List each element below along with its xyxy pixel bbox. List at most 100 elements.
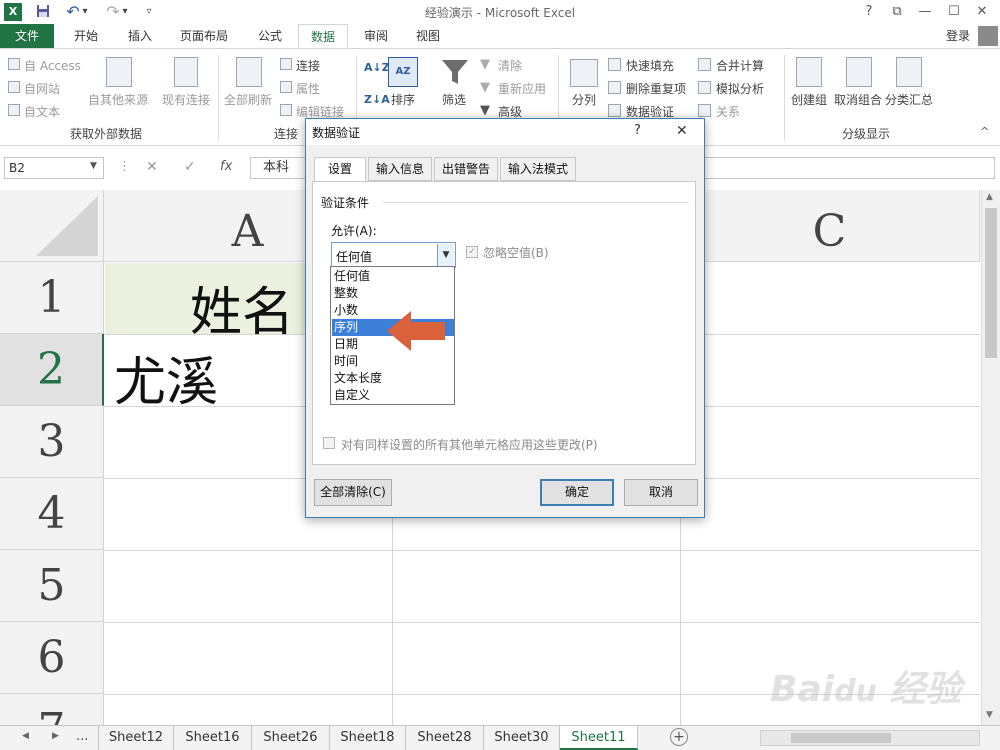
dialog-close-button[interactable]: ✕ [676, 123, 688, 139]
dialog-tab-error-alert[interactable]: 出错警告 [434, 157, 498, 181]
from-access-button[interactable]: 自 Access [24, 57, 81, 74]
cell-a1[interactable]: 姓名 [190, 270, 294, 345]
row-header-7[interactable]: 7 [0, 694, 104, 725]
vertical-scrollbar[interactable]: ▲ ▼ [981, 190, 1000, 725]
row-header-5[interactable]: 5 [0, 550, 104, 622]
row-header-4[interactable]: 4 [0, 478, 104, 550]
tab-review[interactable]: 审阅 [354, 24, 398, 48]
option-custom[interactable]: 自定义 [332, 387, 454, 404]
remove-duplicates-button[interactable]: 删除重复项 [626, 80, 686, 97]
subtotal-button[interactable]: 分类汇总 [885, 91, 933, 108]
row-header-6[interactable]: 6 [0, 622, 104, 694]
from-text-button[interactable]: 自文本 [24, 103, 60, 120]
clear-all-button[interactable]: 全部清除(C) [314, 479, 392, 506]
sort-ascending-icon[interactable]: A↓Z [364, 61, 390, 74]
tab-data[interactable]: 数据 [298, 24, 348, 49]
group-label-connections: 连接 [274, 127, 299, 141]
clear-filter-button[interactable]: 清除 [498, 57, 522, 74]
sort-descending-icon[interactable]: Z↓A [364, 93, 390, 106]
ignore-blank-checkbox[interactable]: ✓ [466, 246, 478, 258]
dialog-tab-settings[interactable]: 设置 [314, 157, 366, 183]
ribbon-display-icon[interactable]: ⧉ [886, 2, 908, 22]
collapse-ribbon-icon[interactable]: ^ [980, 125, 989, 138]
flash-fill-button[interactable]: 快速填充 [626, 57, 674, 74]
sheet-tab[interactable]: Sheet26 [252, 726, 330, 750]
row-header-2[interactable]: 2 [0, 334, 104, 406]
sheet-tab[interactable]: Sheet30 [484, 726, 560, 750]
horizontal-scroll-thumb[interactable] [791, 733, 891, 743]
dialog-tab-input-message[interactable]: 输入信息 [368, 157, 432, 181]
relationships-icon [698, 104, 711, 117]
option-any-value[interactable]: 任何值 [332, 268, 454, 285]
tab-view[interactable]: 视图 [406, 24, 450, 48]
minimize-button[interactable]: — [914, 2, 936, 22]
column-header-c[interactable]: C [680, 190, 980, 262]
from-web-button[interactable]: 自网站 [24, 80, 60, 97]
insert-function-icon[interactable]: fx [220, 159, 232, 174]
text-file-icon [8, 104, 20, 116]
sheet-more-button[interactable]: ... [76, 729, 88, 744]
create-group-button[interactable]: 创建组 [791, 91, 827, 108]
row-header-3[interactable]: 3 [0, 406, 104, 478]
apply-all-checkbox[interactable] [323, 437, 335, 449]
what-if-analysis-button[interactable]: 模拟分析 [716, 80, 764, 97]
sheet-tab[interactable]: Sheet28 [406, 726, 484, 750]
text-to-columns-button[interactable]: 分列 [572, 91, 596, 108]
horizontal-scrollbar[interactable] [760, 730, 980, 746]
scroll-up-icon[interactable]: ▲ [986, 192, 993, 202]
tab-page-layout[interactable]: 页面布局 [172, 24, 236, 48]
cancel-entry-icon[interactable]: ✕ [146, 159, 158, 175]
sheet-tab[interactable]: Sheet18 [330, 726, 406, 750]
ok-button[interactable]: 确定 [540, 479, 614, 506]
relationships-button[interactable]: 关系 [716, 103, 740, 120]
cell-a2[interactable]: 尤溪 [114, 340, 218, 415]
sheet-tab[interactable]: Sheet12 [98, 726, 174, 750]
tab-insert[interactable]: 插入 [118, 24, 162, 48]
validation-criteria-label: 验证条件 [321, 196, 370, 210]
row-header-1[interactable]: 1 [0, 262, 104, 334]
refresh-all-button[interactable]: 全部刷新 [224, 91, 272, 108]
close-window-button[interactable]: ✕ [971, 2, 993, 22]
help-button[interactable]: ? [858, 2, 880, 22]
sign-in-link[interactable]: 登录 [938, 24, 978, 48]
sheet-tab-active[interactable]: Sheet11 [560, 726, 638, 750]
allow-select[interactable]: 任何值 ▼ [331, 242, 456, 268]
what-if-icon [698, 81, 711, 94]
sheet-tab[interactable]: Sheet16 [174, 726, 252, 750]
ungroup-button[interactable]: 取消组合 [834, 91, 882, 108]
filter-button[interactable]: 筛选 [442, 91, 466, 108]
option-text-length[interactable]: 文本长度 [332, 370, 454, 387]
tab-home[interactable]: 开始 [64, 24, 108, 48]
allow-select-dropdown-icon[interactable]: ▼ [437, 244, 454, 266]
title-bar: X ↶ ▾ ↷ ▾ ▿ 经验演示 - Microsoft Excel ? ⧉ —… [0, 0, 1000, 24]
maximize-button[interactable]: ☐ [943, 2, 965, 22]
dialog-help-button[interactable]: ? [634, 123, 641, 138]
name-box-dropdown-icon[interactable]: ▼ [90, 161, 97, 171]
flash-fill-icon [608, 58, 621, 71]
tab-formulas[interactable]: 公式 [248, 24, 292, 48]
dialog-tab-ime-mode[interactable]: 输入法模式 [500, 157, 576, 181]
properties-button[interactable]: 属性 [296, 80, 320, 97]
confirm-entry-icon[interactable]: ✓ [184, 159, 196, 175]
from-other-sources-button[interactable]: 自其他来源 [88, 91, 148, 108]
existing-connections-button[interactable]: 现有连接 [162, 91, 210, 108]
cancel-button[interactable]: 取消 [624, 479, 698, 506]
group-rows-icon [796, 57, 822, 87]
tab-file[interactable]: 文件 [0, 24, 54, 48]
name-box[interactable]: B2 [4, 157, 104, 179]
connections-button[interactable]: 连接 [296, 57, 320, 74]
sort-button[interactable]: 排序 [391, 91, 415, 108]
scroll-thumb[interactable] [985, 208, 997, 358]
scroll-down-icon[interactable]: ▼ [986, 710, 993, 720]
properties-icon [280, 81, 292, 93]
sheet-next-icon[interactable]: ▶ [52, 731, 59, 741]
reapply-button[interactable]: 重新应用 [498, 80, 546, 97]
option-whole-number[interactable]: 整数 [332, 285, 454, 302]
sheet-prev-icon[interactable]: ◀ [22, 731, 29, 741]
select-all-corner[interactable] [0, 190, 104, 262]
user-avatar-icon[interactable] [978, 26, 998, 46]
add-sheet-icon[interactable]: + [670, 728, 688, 746]
text-to-columns-icon [570, 59, 598, 87]
remove-duplicates-icon [608, 81, 621, 94]
consolidate-button[interactable]: 合并计算 [716, 57, 764, 74]
